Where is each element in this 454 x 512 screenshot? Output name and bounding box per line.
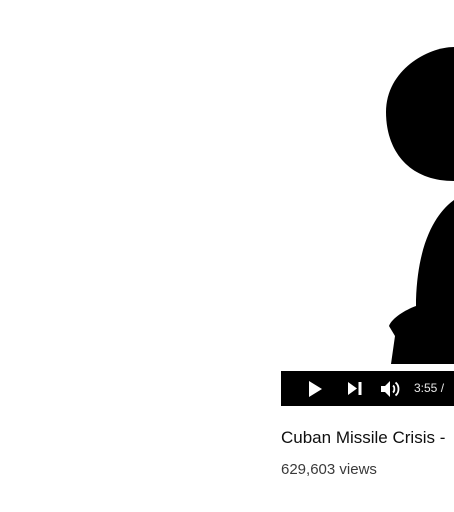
silhouette-body [389,200,454,364]
video-title[interactable]: Cuban Missile Crisis - [281,428,454,448]
next-icon [348,382,362,395]
play-icon [309,380,322,397]
time-display: 3:55 / [414,381,445,395]
video-progress-bar[interactable] [293,366,454,369]
play-button[interactable] [301,371,329,406]
video-progress-fill [293,366,454,369]
view-count: 629,603 views [281,461,377,478]
silhouette-head [386,47,454,181]
volume-icon [381,380,400,397]
next-button[interactable] [343,371,367,406]
video-controls-bar: 3:55 / [281,371,454,406]
volume-button[interactable] [377,371,405,406]
